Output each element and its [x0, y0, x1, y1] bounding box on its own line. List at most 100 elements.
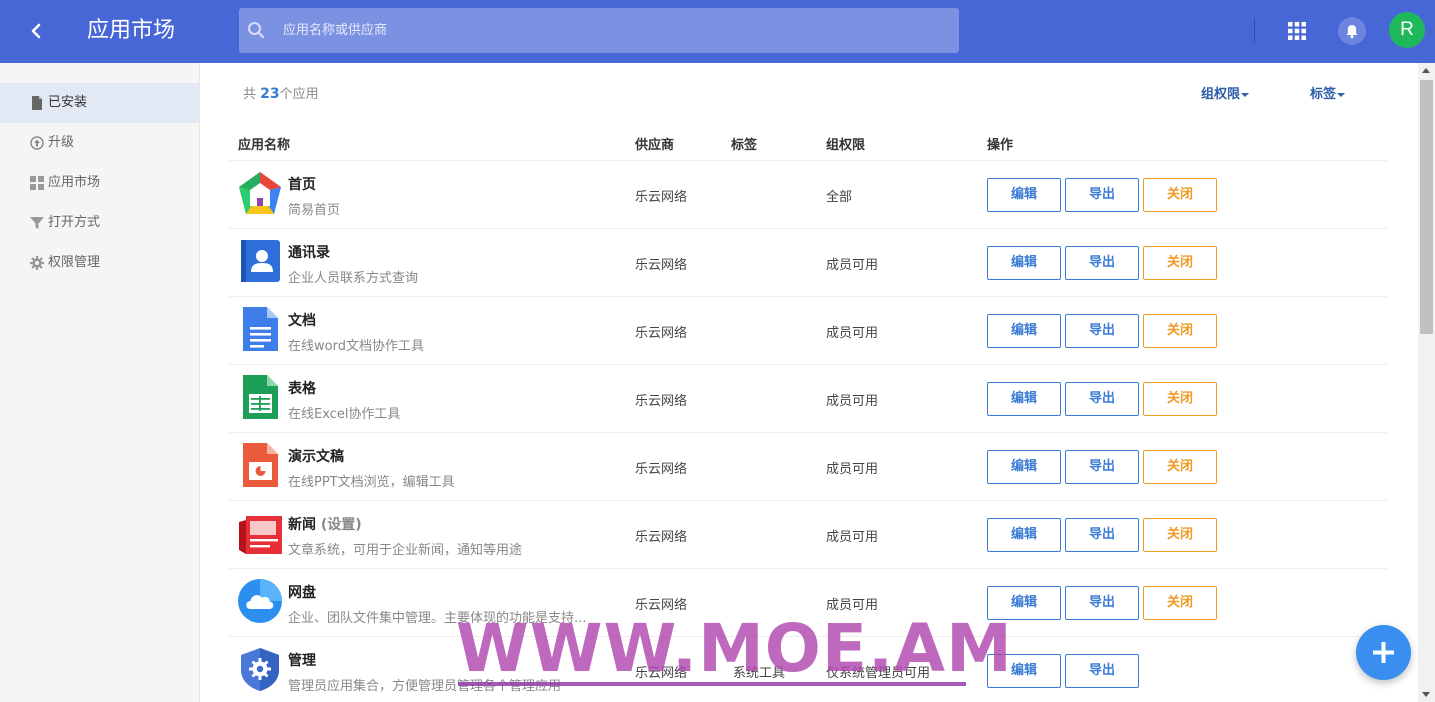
- header-name: 应用名称: [238, 138, 291, 153]
- sidebar-item-market[interactable]: 应用市场: [0, 163, 199, 203]
- app-name-text: 网盘: [288, 585, 316, 601]
- app-vendor: 乐云网络: [635, 258, 688, 273]
- count-suffix: 个应用: [279, 87, 319, 102]
- count-prefix: 共: [243, 87, 257, 102]
- scroll-down-arrow-icon[interactable]: [1422, 692, 1430, 697]
- apps-grid-button[interactable]: [1287, 21, 1307, 41]
- export-button[interactable]: 导出: [1065, 518, 1139, 552]
- tag-filter-dropdown[interactable]: 标签: [1310, 83, 1346, 102]
- plus-icon: [1373, 642, 1394, 663]
- avatar[interactable]: R: [1389, 12, 1425, 48]
- table-header: 应用名称 供应商 标签 组权限 操作: [229, 125, 1387, 161]
- export-button[interactable]: 导出: [1065, 382, 1139, 416]
- app-description: 在线Excel协作工具: [288, 407, 401, 422]
- cloud-drive-app-icon: [238, 579, 282, 623]
- edit-button[interactable]: 编辑: [987, 450, 1061, 484]
- home-app-icon: [239, 172, 281, 214]
- settings-link[interactable]: (设置): [321, 517, 362, 533]
- count-number: 23: [260, 86, 280, 102]
- export-button[interactable]: 导出: [1065, 586, 1139, 620]
- notifications-button[interactable]: [1338, 17, 1366, 45]
- close-button[interactable]: 关闭: [1143, 382, 1217, 416]
- upgrade-icon: [30, 136, 44, 150]
- app-name[interactable]: 通讯录: [288, 242, 330, 262]
- table-row: 表格 在线Excel协作工具 乐云网络 成员可用 编辑 导出 关闭: [229, 365, 1387, 433]
- sidebar-item-label: 已安装: [48, 95, 88, 110]
- export-button[interactable]: 导出: [1065, 654, 1139, 688]
- app-vendor: 乐云网络: [635, 190, 688, 205]
- app-permission: 成员可用: [826, 462, 879, 477]
- edit-button[interactable]: 编辑: [987, 518, 1061, 552]
- close-button[interactable]: 关闭: [1143, 246, 1217, 280]
- scrollbar-thumb[interactable]: [1420, 80, 1433, 334]
- gear-icon: [30, 256, 44, 270]
- top-bar: 应用市场 R: [0, 0, 1435, 63]
- app-description: 文章系统，可用于企业新闻，通知等用途: [288, 543, 523, 558]
- table-row: 首页 简易首页 乐云网络 全部 编辑 导出 关闭: [229, 161, 1387, 229]
- sidebar-item-permissions[interactable]: 权限管理: [0, 243, 199, 283]
- app-name[interactable]: 网盘: [288, 582, 316, 602]
- close-button[interactable]: 关闭: [1143, 178, 1217, 212]
- app-vendor: 乐云网络: [635, 530, 688, 545]
- edit-button[interactable]: 编辑: [987, 178, 1061, 212]
- app-name-text: 文档: [288, 313, 316, 329]
- chevron-left-icon: [31, 23, 41, 39]
- table-row: 演示文稿 在线PPT文档浏览，编辑工具 乐云网络 成员可用 编辑 导出 关闭: [229, 433, 1387, 501]
- app-name[interactable]: 文档: [288, 310, 316, 330]
- close-button[interactable]: 关闭: [1143, 314, 1217, 348]
- back-button[interactable]: [24, 19, 48, 43]
- app-vendor: 乐云网络: [635, 462, 688, 477]
- sidebar-item-label: 打开方式: [48, 215, 101, 230]
- header-actions: 操作: [987, 138, 1014, 153]
- add-app-button[interactable]: [1356, 625, 1411, 680]
- app-name-text: 通讯录: [288, 245, 330, 261]
- export-button[interactable]: 导出: [1065, 246, 1139, 280]
- docs-app-icon: [243, 307, 278, 351]
- export-button[interactable]: 导出: [1065, 450, 1139, 484]
- header-vendor: 供应商: [635, 138, 675, 153]
- table-row: 新闻 (设置) 文章系统，可用于企业新闻，通知等用途 乐云网络 成员可用 编辑 …: [229, 501, 1387, 569]
- permission-filter-dropdown[interactable]: 组权限: [1201, 83, 1250, 102]
- watermark-underline: [458, 682, 966, 686]
- app-description: 在线word文档协作工具: [288, 339, 424, 354]
- app-description: 企业人员联系方式查询: [288, 271, 419, 286]
- search-icon: [248, 22, 265, 39]
- sidebar: 已安装 升级 应用市场 打开方式 权限管理: [0, 63, 200, 702]
- caret-down-icon: [1241, 92, 1250, 97]
- export-button[interactable]: 导出: [1065, 314, 1139, 348]
- edit-button[interactable]: 编辑: [987, 382, 1061, 416]
- app-name[interactable]: 首页: [288, 174, 316, 194]
- filter-icon: [30, 217, 44, 229]
- sidebar-item-label: 升级: [48, 135, 75, 150]
- sidebar-item-upgrade[interactable]: 升级: [0, 123, 199, 163]
- search-input[interactable]: [283, 8, 943, 53]
- app-name[interactable]: 表格: [288, 378, 316, 398]
- vertical-scrollbar[interactable]: [1418, 63, 1435, 702]
- app-name-text: 管理: [288, 653, 316, 669]
- export-button[interactable]: 导出: [1065, 178, 1139, 212]
- file-icon: [32, 96, 42, 110]
- close-button[interactable]: 关闭: [1143, 450, 1217, 484]
- sidebar-item-label: 权限管理: [48, 255, 101, 270]
- app-name[interactable]: 管理: [288, 650, 316, 670]
- app-name[interactable]: 新闻 (设置): [288, 514, 362, 534]
- close-button[interactable]: 关闭: [1143, 518, 1217, 552]
- sheets-app-icon: [243, 375, 278, 419]
- app-description: 简易首页: [288, 203, 341, 218]
- scroll-up-arrow-icon[interactable]: [1422, 68, 1430, 73]
- sidebar-item-installed[interactable]: 已安装: [0, 83, 199, 123]
- app-name[interactable]: 演示文稿: [288, 446, 344, 466]
- table-row: 通讯录 企业人员联系方式查询 乐云网络 成员可用 编辑 导出 关闭: [229, 229, 1387, 297]
- app-permission: 全部: [826, 190, 853, 205]
- edit-button[interactable]: 编辑: [987, 314, 1061, 348]
- app-name-text: 首页: [288, 177, 316, 193]
- close-button[interactable]: 关闭: [1143, 586, 1217, 620]
- header-permission: 组权限: [826, 138, 866, 153]
- search-box[interactable]: [239, 8, 959, 53]
- edit-button[interactable]: 编辑: [987, 246, 1061, 280]
- sidebar-item-open-with[interactable]: 打开方式: [0, 203, 199, 243]
- apps-grid-icon: [1288, 22, 1306, 40]
- contacts-app-icon: [241, 240, 280, 282]
- app-vendor: 乐云网络: [635, 326, 688, 341]
- slides-app-icon: [243, 443, 278, 487]
